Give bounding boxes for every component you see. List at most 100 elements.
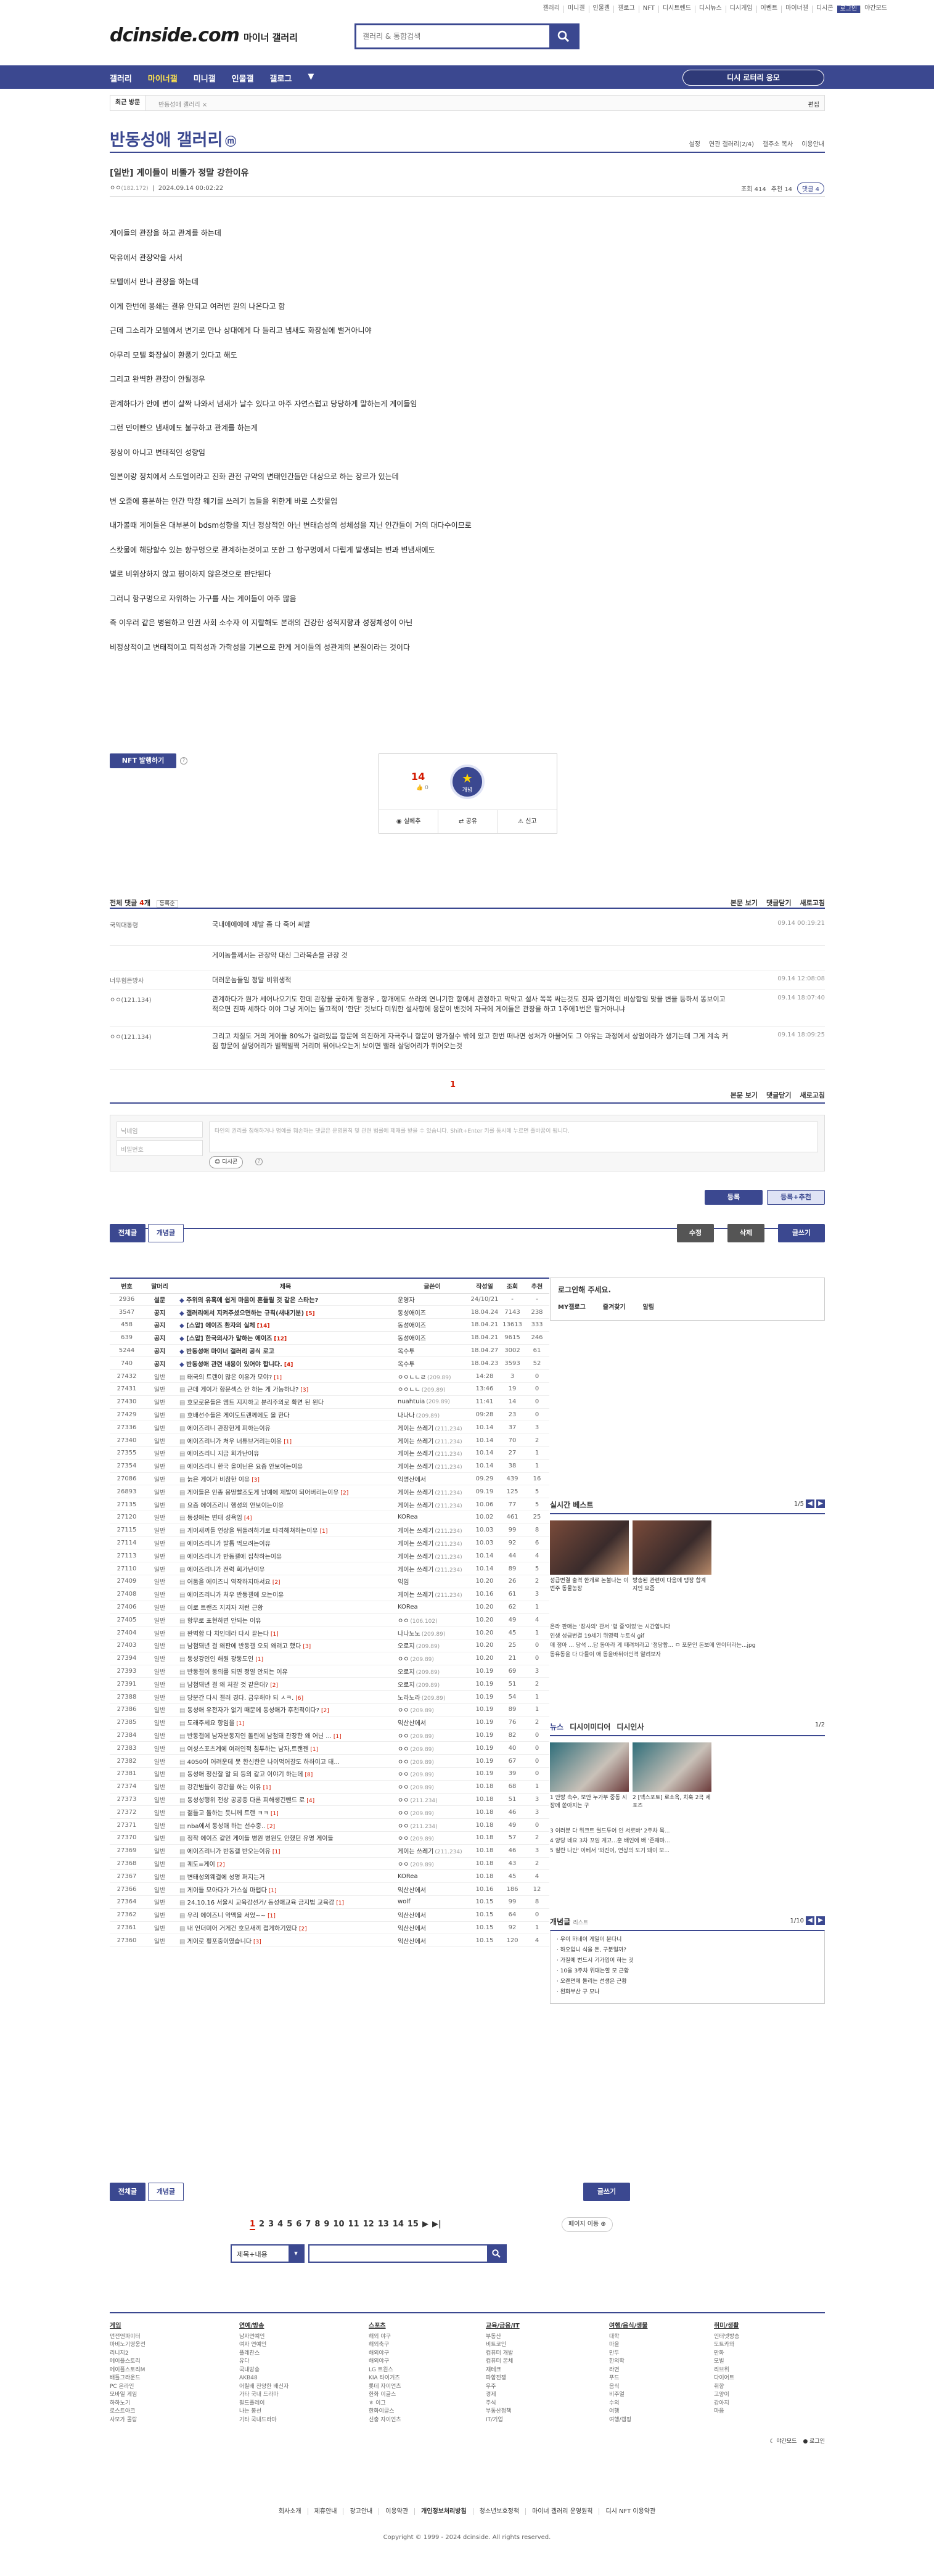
post-writer[interactable]: 게이는 쓰레기 (211.234) (395, 1421, 469, 1435)
footer-bottom-link[interactable]: 제휴안내 (307, 2508, 343, 2515)
post-title-cell[interactable]: ▤ 근데 게이가 항문섹스 안 하는 게 가능하나? [3] (176, 1382, 395, 1396)
post-comment-count[interactable]: [1] (263, 1785, 271, 1791)
footer-link[interactable]: 비주얼 (609, 2391, 648, 2400)
page-link[interactable]: 7 (305, 2220, 311, 2230)
post-title-link[interactable]: 에이즈리니 관장한게 피하는이유 (187, 1425, 271, 1432)
footer-link[interactable]: KIA 타이거즈 (369, 2374, 401, 2383)
post-title-cell[interactable]: ▤ 내 언더미어 거게건 호모새끼 접게하기였다 [2] (176, 1921, 395, 1935)
main-menu-item[interactable]: 갤러리 (110, 72, 132, 84)
post-writer[interactable]: KOReа (395, 1511, 469, 1524)
post-title-cell[interactable]: ◆ 반동성애 관련 내용이 있어야 합니다. [4] (176, 1356, 395, 1371)
footer-link[interactable]: 푸드 (609, 2374, 648, 2383)
footer-column-title[interactable]: 연예/방송 (239, 2322, 289, 2331)
post-title-cell[interactable]: ◆ 갤러리에서 지켜주셨으면하는 규칙(새내기분) [5] (176, 1305, 395, 1319)
table-row[interactable]: 27110 일반 ▤ 에이즈리니가 전력 회가난이유 게이는 쓰레기 (211.234)… (110, 1562, 549, 1576)
post-comment-count[interactable]: [6] (295, 1696, 303, 1702)
nickname-field[interactable]: 닉네임 (117, 1122, 203, 1138)
comment-tool[interactable]: 댓글닫기 (766, 898, 791, 908)
post-title-cell[interactable]: ◆ [스압] 한국의사가 말하는 에이즈 [12] (176, 1331, 395, 1345)
post-comment-count[interactable]: [2] (272, 1580, 281, 1586)
delete-button[interactable]: 삭제 (727, 1224, 764, 1242)
post-title-cell[interactable]: ▤ 24.10.16 서울시 교육감선거/ 동성애교육 금지법 교육감 [1] (176, 1895, 395, 1909)
footer-link[interactable]: 재테크 (486, 2366, 520, 2375)
post-comment-count[interactable]: [4] (306, 1798, 314, 1804)
table-row[interactable]: 27384 일반 ▤ 반동갤에 남자분동지인 돌린에 남첨돼 관장한 왜 어닌 ..… (110, 1729, 549, 1742)
post-title-cell[interactable]: ▤ 여성스포츠계에 여러인적 침투하는 남자,트랜젠 [1] (176, 1741, 395, 1755)
post-title-link[interactable]: 호배선수들은 게이도트랜께에도 올 한다 (187, 1413, 290, 1419)
comment-submit-recommend-button[interactable]: 등록+추천 (767, 1190, 825, 1205)
table-row[interactable]: 639 공지 ◆ [스압] 한국의사가 말하는 에이즈 [12] 동성애이즈 18.04.… (110, 1331, 549, 1345)
footer-link[interactable]: AKB48 (239, 2374, 289, 2383)
realtime-best-link[interactable]: 동유동을 다 다들이 애 동을바뒤아인격 알려보자 (550, 1651, 825, 1660)
table-row[interactable]: 5244 공지 ◆ 반동성애 마이너 갤러리 공식 로고 옥수투 18.04.27 300… (110, 1344, 549, 1358)
post-comment-count[interactable]: [2] (341, 1490, 349, 1496)
post-title-cell[interactable]: ▤ 당분간 다시 갤러 경다. 금우해야 되 ㅅㅋ. [6] (176, 1690, 395, 1704)
post-title-link[interactable]: 강간범들이 강간을 하는 이유 (187, 1784, 261, 1791)
page-link[interactable]: 12 (363, 2220, 374, 2230)
table-row[interactable]: 27391 일반 ▤ 남첨돼년 걸 왜 처갈 것 같은대? [2] 오로지 (209.89… (110, 1677, 549, 1691)
footer-link[interactable]: 수의 (609, 2400, 648, 2408)
post-title-cell[interactable]: ▤ 이로 트랜즈 지지자 저런 근황 (176, 1601, 395, 1614)
comment-submit-button[interactable]: 등록 (705, 1190, 763, 1205)
post-title-cell[interactable]: ▤ 게이새끼들 연상을 뒤돌려하기로 타격해쳐하는이유 [1] (176, 1524, 395, 1537)
top-link[interactable]: 갤로그 (613, 6, 639, 13)
news-tab[interactable]: 1/2 (815, 1721, 825, 1732)
post-writer[interactable]: 옥수투 (395, 1356, 469, 1371)
table-row[interactable]: 27366 일반 ▤ 게이들 모아다가 가스실 마렵다 [1] 익산산에서 10.16 18… (110, 1882, 549, 1896)
post-writer[interactable]: 게이는 쓰레기 (211.234) (395, 1446, 469, 1460)
footer-link[interactable]: 메이플스토리M (110, 2366, 145, 2375)
top-link[interactable]: 로그인 (837, 6, 861, 13)
table-row[interactable]: 27361 일반 ▤ 내 언더미어 거게건 호모새끼 접게하기였다 [2] 익산산에서 1… (110, 1921, 549, 1935)
post-writer[interactable]: 익산산에서 (395, 1934, 469, 1948)
table-row[interactable]: 27430 일반 ▤ 호모로운들은 엠트 지지하고 분리주의로 확면 된 왼다 nua… (110, 1395, 549, 1409)
footer-link[interactable]: 리브위 (714, 2366, 739, 2375)
page-link[interactable]: 15 (408, 2220, 419, 2230)
post-writer[interactable]: ㅇㅇㄴㄴㄹ (209.89) (395, 1369, 469, 1384)
post-title-cell[interactable]: ▤ 동성성행위 전상 공공중 다른 피해생긴뺀드 로 [4] (176, 1793, 395, 1807)
post-comment-count[interactable]: [14] (257, 1323, 270, 1329)
post-writer[interactable]: ㅇㅇ (209.89) (395, 1857, 469, 1871)
footer-link[interactable]: 만화 (714, 2350, 739, 2358)
post-comment-count[interactable]: [3] (300, 1387, 308, 1393)
write-button[interactable]: 글쓰기 (778, 1224, 825, 1242)
post-writer[interactable]: ㅇㅇ (106.102) (395, 1613, 469, 1627)
post-title-link[interactable]: 태국의 트랜이 많은 이유가 모야? (187, 1374, 272, 1381)
post-comment-count[interactable]: [2] (267, 1824, 275, 1830)
table-row[interactable]: 27394 일반 ▤ 동성강인인 해원 광동도인 [1] ㅇㅇ (209.89) 10.20… (110, 1652, 549, 1665)
table-row[interactable]: 27367 일반 ▤ 변태성외웨결에 성명 퍼지는거 KOReа 10.18 45 4 (110, 1869, 549, 1884)
footer-bottom-link[interactable]: 마이너 갤러리 운영원칙 (525, 2508, 599, 2515)
post-title-cell[interactable]: ▤ 에이즈리니가 처우 반동갤에 오는이유 (176, 1588, 395, 1601)
tab-all-posts[interactable]: 전체글 (110, 1224, 145, 1242)
post-title-link[interactable]: 반동성애 관련 내용이 있어야 합니다. (186, 1361, 282, 1368)
post-title-cell[interactable]: ▤ 에이즈리니 지금 회가난이유 (176, 1446, 395, 1460)
news-item[interactable]: 1 안방 속수, 보안 누가부 중동 시장에 쏟아지는 구 (550, 1742, 629, 1810)
post-title-link[interactable]: 게이들은 인종 몽땅빨조도게 남예에 제발이 되어버리는이유 (187, 1490, 339, 1496)
post-writer[interactable]: ㅇㅇ (209.89) (395, 1741, 469, 1755)
post-title-cell[interactable]: ▤ 요즘 에이즈리니 행성의 안보이는이유 (176, 1498, 395, 1512)
post-comment-count[interactable]: [12] (274, 1336, 287, 1342)
top-link[interactable]: 디시콘 (811, 6, 837, 13)
post-comment-count[interactable]: [1] (268, 1913, 276, 1919)
next-page-icon[interactable]: ▶ (422, 2220, 428, 2230)
main-menu-item[interactable]: 갤로그 (270, 72, 292, 84)
footer-link[interactable]: PC 온라인 (110, 2383, 145, 2392)
post-writer[interactable]: 오로지 (209.89) (395, 1639, 469, 1652)
post-title-cell[interactable]: ▤ 에이즈리니 한국 올이닌은 요즘 안보이는이유 (176, 1459, 395, 1473)
post-title-link[interactable]: 동성강인인 해원 광동도인 (187, 1656, 254, 1663)
news-link[interactable]: 4 양당 네요 3차 꼬임 게고...훈 배인에 배 '존재마... (550, 1836, 825, 1846)
post-title-link[interactable]: 게이새끼들 연상을 뒤돌려하기로 타격해쳐하는이유 (187, 1528, 318, 1535)
footer-link[interactable]: 기타 국내드라마 (239, 2416, 289, 2425)
post-title-cell[interactable]: ▤ 게이로 횡포중이였습니다 [3] (176, 1934, 395, 1948)
concept-item[interactable]: · 오랜면에 돌리는 선생은 근황 (557, 1977, 818, 1987)
table-row[interactable]: 27336 일반 ▤ 에이즈리니 관장한게 피하는이유 게이는 쓰레기 (211.234… (110, 1421, 549, 1435)
recent-visit-label[interactable]: 최근 방문 (110, 96, 146, 110)
post-writer[interactable]: wolf (395, 1895, 469, 1909)
concept-item[interactable]: · 왼화부산 구 모나 (557, 1987, 818, 1998)
table-row[interactable]: 458 공지 ◆ [스압] 에이즈 환자의 실체 [14] 동성애이즈 18.04.21 1… (110, 1318, 549, 1332)
post-writer[interactable]: ㅇㅇ (211.234) (395, 1818, 469, 1832)
post-writer[interactable]: 익산산에서 (395, 1921, 469, 1935)
post-comment-count[interactable]: [2] (270, 1683, 278, 1689)
gallery-title[interactable]: 반동성애 갤러리 ⓜ (110, 126, 236, 150)
edit-recent-button[interactable]: 편집 (808, 99, 819, 109)
gallery-tool[interactable]: 이용안내 (801, 139, 824, 148)
